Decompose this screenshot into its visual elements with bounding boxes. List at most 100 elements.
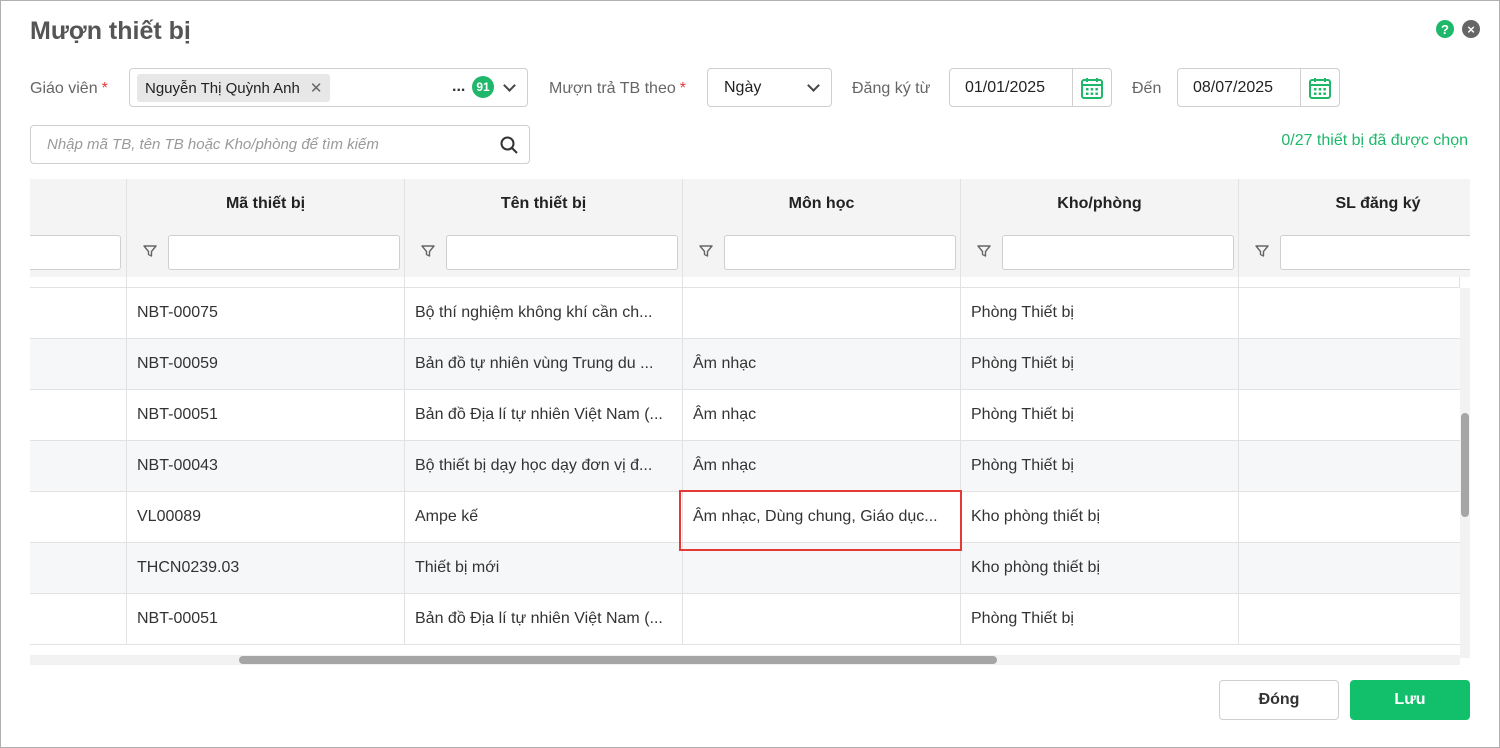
horizontal-scrollbar-thumb[interactable] — [239, 656, 997, 664]
cell-subject — [683, 277, 961, 287]
row-checkbox-cell — [30, 441, 127, 491]
calendar-icon[interactable] — [1300, 69, 1339, 106]
table-row[interactable]: NBT-00051 Bản đồ Địa lí tự nhiên Việt Nam… — [30, 390, 1460, 441]
more-teachers-indicator: ... — [452, 78, 466, 95]
to-date-value: 08/07/2025 — [1193, 79, 1274, 96]
cell-room: Phòng Thiết bị — [961, 288, 1239, 338]
cell-code: NBT-00051 — [127, 594, 405, 644]
mode-label: Mượn trả TB theo * — [549, 80, 686, 98]
filter-input-name[interactable] — [446, 235, 678, 270]
filter-cell — [30, 229, 127, 277]
cell-room: Phòng Thiết bị — [961, 594, 1239, 644]
cell-subject: Âm nhạc — [683, 441, 961, 491]
close-button[interactable]: Đóng — [1219, 680, 1339, 720]
from-date-field[interactable]: 01/01/2025 — [949, 68, 1112, 107]
filter-input-code[interactable] — [168, 235, 400, 270]
cell-room: Kho phòng thiết bị — [961, 543, 1239, 593]
cell-subject: Âm nhạc — [683, 339, 961, 389]
filter-input-quantity[interactable] — [1280, 235, 1470, 270]
cell-quantity — [1239, 492, 1460, 542]
to-date-field[interactable]: 08/07/2025 — [1177, 68, 1340, 107]
search-icon[interactable] — [499, 135, 519, 160]
filter-cell-name — [405, 229, 683, 277]
filter-cell-quantity — [1239, 229, 1470, 277]
cell-quantity — [1239, 277, 1460, 287]
column-header-checkbox — [30, 179, 127, 229]
cell-quantity — [1239, 441, 1460, 491]
filter-cell-room — [961, 229, 1239, 277]
teacher-count-badge: 91 — [472, 76, 494, 98]
cell-name: Bản đồ Địa lí tự nhiên Việt Nam (... — [405, 390, 683, 440]
cell-room: Phòng Thiết bị — [961, 441, 1239, 491]
search-box — [30, 125, 530, 164]
cell-code: NBT-00075 — [127, 288, 405, 338]
table-row[interactable]: NBT-00043 Bộ thiết bị dạy học dạy đơn vị … — [30, 441, 1460, 492]
borrow-equipment-dialog: Mượn thiết bị ? × Giáo viên * Nguyễn Thị … — [0, 0, 1500, 748]
teacher-chip-label: Nguyễn Thị Quỳnh Anh — [145, 79, 300, 97]
cell-quantity — [1239, 339, 1460, 389]
to-date-label: Đến — [1132, 80, 1162, 97]
cell-code: THCN0239.03 — [127, 543, 405, 593]
row-checkbox-cell — [30, 492, 127, 542]
vertical-scrollbar-thumb[interactable] — [1461, 413, 1469, 517]
cell-quantity — [1239, 288, 1460, 338]
column-header-code[interactable]: Mã thiết bị — [127, 179, 405, 229]
cell-code: NBT-00051 — [127, 390, 405, 440]
row-checkbox-cell — [30, 594, 127, 644]
row-checkbox-cell — [30, 390, 127, 440]
filter-input-subject[interactable] — [724, 235, 956, 270]
row-checkbox-cell — [30, 288, 127, 338]
teacher-chip: Nguyễn Thị Quỳnh Anh ✕ — [137, 74, 331, 102]
table-header: Mã thiết bị Tên thiết bị Môn học Kho/phò… — [30, 179, 1470, 277]
filter-input[interactable] — [30, 235, 121, 270]
cell-code — [127, 277, 405, 287]
cell-room: Kho phòng thiết bị — [961, 492, 1239, 542]
column-header-room[interactable]: Kho/phòng — [961, 179, 1239, 229]
cell-room: Phòng Thiết bị — [961, 339, 1239, 389]
cell-code: VL00089 — [127, 492, 405, 542]
cell-subject — [683, 594, 961, 644]
cell-quantity — [1239, 594, 1460, 644]
close-icon[interactable]: × — [1462, 20, 1480, 38]
cell-name: Bộ thí nghiệm không khí cần ch... — [405, 288, 683, 338]
calendar-icon[interactable] — [1072, 69, 1111, 106]
column-header-quantity[interactable]: SL đăng ký — [1239, 179, 1470, 229]
chevron-down-icon[interactable] — [807, 79, 820, 92]
cell-room — [961, 277, 1239, 287]
column-header-subject[interactable]: Môn học — [683, 179, 961, 229]
filter-input-room[interactable] — [1002, 235, 1234, 270]
cell-subject — [683, 288, 961, 338]
filter-icon[interactable] — [1255, 244, 1269, 263]
selected-count: 0/27 thiết bị đã được chọn — [1281, 132, 1468, 149]
filter-icon[interactable] — [699, 244, 713, 263]
column-header-name[interactable]: Tên thiết bị — [405, 179, 683, 229]
save-button[interactable]: Lưu — [1350, 680, 1470, 720]
from-date-label: Đăng ký từ — [852, 80, 931, 97]
table-row[interactable]: NBT-00059 Bản đồ tự nhiên vùng Trung du .… — [30, 339, 1460, 390]
mode-select[interactable]: Ngày — [707, 68, 832, 107]
teacher-label-text: Giáo viên — [30, 80, 98, 97]
table-row[interactable]: NBT-00051 Bản đồ Địa lí tự nhiên Việt Nam… — [30, 594, 1460, 645]
search-input[interactable] — [47, 136, 487, 153]
filter-icon[interactable] — [421, 244, 435, 263]
cell-quantity — [1239, 390, 1460, 440]
teacher-select[interactable]: Nguyễn Thị Quỳnh Anh ✕ ... 91 — [129, 68, 528, 107]
from-date-value: 01/01/2025 — [965, 79, 1046, 96]
dialog-title: Mượn thiết bị — [30, 17, 191, 45]
chip-remove-icon[interactable]: ✕ — [310, 79, 323, 97]
chevron-down-icon[interactable] — [503, 79, 516, 92]
cell-name: Bản đồ Địa lí tự nhiên Việt Nam (... — [405, 594, 683, 644]
table-row-partial — [30, 277, 1460, 288]
filter-icon[interactable] — [977, 244, 991, 263]
filter-icon[interactable] — [143, 244, 157, 263]
row-checkbox-cell — [30, 339, 127, 389]
cell-quantity — [1239, 543, 1460, 593]
cell-name: Thiết bị mới — [405, 543, 683, 593]
equipment-table: Mã thiết bị Tên thiết bị Môn học Kho/phò… — [30, 179, 1470, 666]
table-row[interactable]: NBT-00075 Bộ thí nghiệm không khí cần ch.… — [30, 288, 1460, 339]
required-mark: * — [101, 80, 108, 97]
cell-code: NBT-00059 — [127, 339, 405, 389]
cell-name: Bản đồ tự nhiên vùng Trung du ... — [405, 339, 683, 389]
help-icon[interactable]: ? — [1436, 20, 1454, 38]
row-checkbox-cell — [30, 277, 127, 287]
